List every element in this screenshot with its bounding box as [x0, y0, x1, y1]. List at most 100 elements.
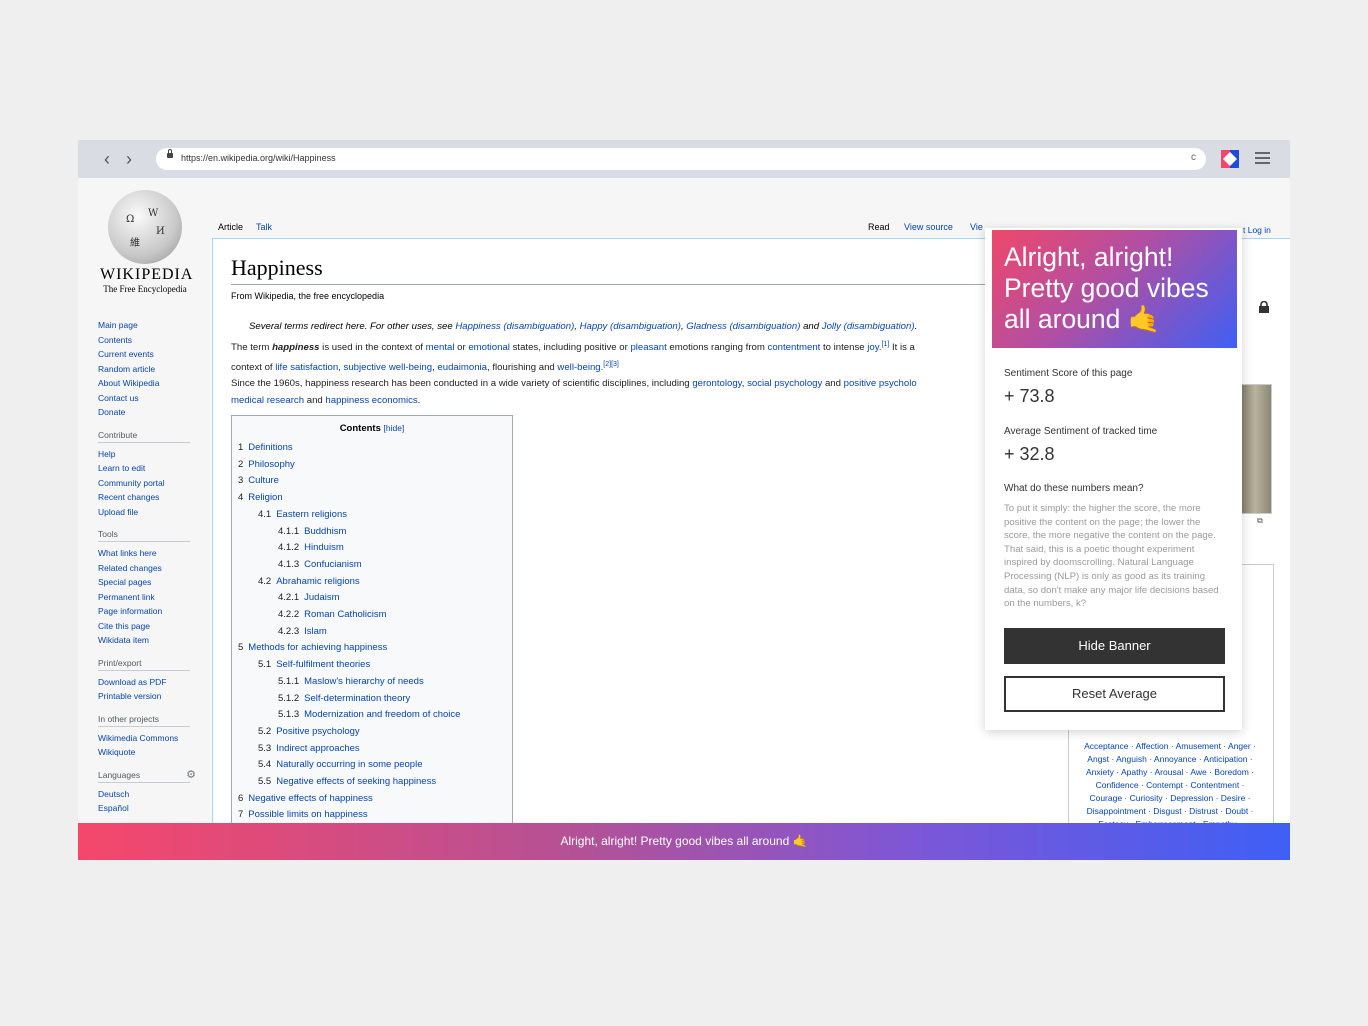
toc-item[interactable]: 5.2 Positive psychology	[258, 726, 360, 737]
toc-link[interactable]: Islam	[304, 626, 327, 637]
article-link[interactable]: eudaimonia	[437, 362, 487, 373]
nav-line[interactable]: Confidence · Contempt · Contentment ·	[1072, 779, 1268, 792]
url-text[interactable]: https://en.wikipedia.org/wiki/Happiness	[181, 153, 336, 163]
sidebar-link[interactable]: Special pages	[98, 575, 216, 590]
toc-link[interactable]: Culture	[248, 475, 279, 486]
sidebar-link[interactable]: Contact us	[98, 391, 216, 406]
toc-item[interactable]: 5.1.3 Modernization and freedom of choice	[278, 709, 460, 720]
toc-item[interactable]: 7 Possible limits on happiness	[238, 809, 368, 820]
sidebar-link[interactable]: Current events	[98, 347, 216, 362]
sidebar-link[interactable]: Random article	[98, 362, 216, 377]
sidebar-link[interactable]: What links here	[98, 546, 216, 561]
toc-link[interactable]: Hinduism	[304, 542, 344, 553]
toc-item[interactable]: 5.1 Self-fulfilment theories	[258, 659, 370, 670]
nav-line[interactable]: Courage · Curiosity · Depression · Desir…	[1072, 792, 1268, 805]
sidebar-link[interactable]: Wikiquote	[98, 745, 216, 760]
toc-item[interactable]: 4 Religion	[238, 492, 283, 503]
sidebar-link[interactable]: Deutsch	[98, 787, 216, 802]
sidebar-link[interactable]: Donate	[98, 405, 216, 420]
toc-item[interactable]: 5.3 Indirect approaches	[258, 743, 360, 754]
toc-item[interactable]: 1 Definitions	[238, 442, 293, 453]
hatnote-link[interactable]: Gladness (disambiguation)	[686, 321, 800, 332]
sidebar-link[interactable]: Page information	[98, 604, 216, 619]
toc-link[interactable]: Eastern religions	[276, 509, 347, 520]
reload-icon[interactable]: c	[1191, 152, 1196, 163]
article-link[interactable]: contentment	[768, 342, 821, 353]
sidebar-link[interactable]: Wikimedia Commons	[98, 731, 216, 746]
wikipedia-logo[interactable]: ΩWИ維 WIKIPEDIA The Free Encyclopedia	[100, 190, 192, 302]
tab-read[interactable]: Read	[862, 216, 896, 238]
sidebar-link[interactable]: Wikidata item	[98, 633, 216, 648]
toc-item[interactable]: 4.1 Eastern religions	[258, 509, 347, 520]
toc-item[interactable]: 6 Negative effects of happiness	[238, 793, 373, 804]
toc-link[interactable]: Judaism	[304, 592, 339, 603]
toc-link[interactable]: Definitions	[248, 442, 292, 453]
article-link[interactable]: social psychology	[747, 378, 822, 389]
toc-link[interactable]: Philosophy	[248, 459, 294, 470]
toc-link[interactable]: Abrahamic religions	[276, 576, 359, 587]
toc-link[interactable]: Self-fulfilment theories	[276, 659, 370, 670]
toc-link[interactable]: Possible limits on happiness	[248, 809, 367, 820]
toc-link[interactable]: Buddhism	[304, 526, 346, 537]
tab-talk[interactable]: Talk	[250, 216, 278, 238]
toc-item[interactable]: 4.2.1 Judaism	[278, 592, 340, 603]
sidebar-link[interactable]: Help	[98, 447, 216, 462]
sidebar-link[interactable]: Recent changes	[98, 490, 216, 505]
article-link[interactable]: mental	[426, 342, 455, 353]
reset-average-button[interactable]: Reset Average	[1004, 676, 1225, 712]
reference[interactable]: [2][3]	[603, 361, 619, 368]
toc-item[interactable]: 4.2.3 Islam	[278, 626, 327, 637]
toc-link[interactable]: Confucianism	[304, 559, 362, 570]
tab-view-source[interactable]: View source	[898, 216, 959, 238]
toc-link[interactable]: Naturally occurring in some people	[276, 759, 422, 770]
toc-link[interactable]: Negative effects of happiness	[248, 793, 372, 804]
toc-link[interactable]: Modernization and freedom of choice	[304, 709, 460, 720]
article-link[interactable]: emotional	[468, 342, 510, 353]
infobox-image[interactable]	[1238, 384, 1272, 514]
gear-icon[interactable]: ⚙	[186, 768, 196, 781]
toc-item[interactable]: 5.1.2 Self-determination theory	[278, 693, 410, 704]
sidebar-link[interactable]: Community portal	[98, 476, 216, 491]
toc-link[interactable]: Methods for achieving happiness	[248, 642, 387, 653]
article-link[interactable]: gerontology	[692, 378, 741, 389]
toc-item[interactable]: 5.4 Naturally occurring in some people	[258, 759, 423, 770]
sidebar-link[interactable]: Upload file	[98, 505, 216, 520]
article-link[interactable]: happiness economics	[325, 395, 417, 406]
toc-hide-link[interactable]: [hide]	[384, 423, 405, 433]
enlarge-icon[interactable]: ⧉	[1257, 516, 1263, 526]
sidebar-link[interactable]: Contents	[98, 333, 216, 348]
article-link[interactable]: well-being.	[557, 362, 603, 373]
sidebar-link[interactable]: Main page	[98, 318, 216, 333]
hatnote-link[interactable]: Happiness (disambiguation)	[455, 321, 574, 332]
extension-icon[interactable]	[1221, 150, 1239, 168]
article-link[interactable]: medical research	[231, 395, 304, 406]
sidebar-link[interactable]: Español	[98, 801, 216, 816]
toc-item[interactable]: 3 Culture	[238, 475, 279, 486]
sidebar-link[interactable]: Printable version	[98, 689, 216, 704]
forward-icon[interactable]: ›	[120, 149, 138, 169]
hatnote-link[interactable]: Happy (disambiguation)	[580, 321, 681, 332]
toc-link[interactable]: Roman Catholicism	[304, 609, 386, 620]
sidebar-link[interactable]: Related changes	[98, 561, 216, 576]
toc-item[interactable]: 5.5 Negative effects of seeking happiness	[258, 776, 436, 787]
article-link[interactable]: pleasant	[630, 342, 666, 353]
article-link[interactable]: positive psycholo	[844, 378, 917, 389]
hide-banner-button[interactable]: Hide Banner	[1004, 628, 1225, 664]
toc-item[interactable]: 4.1.1 Buddhism	[278, 526, 346, 537]
toc-item[interactable]: 4.2.2 Roman Catholicism	[278, 609, 387, 620]
nav-line[interactable]: Anxiety · Apathy · Arousal · Awe · Bored…	[1072, 766, 1268, 779]
sidebar-link[interactable]: Learn to edit	[98, 461, 216, 476]
nav-line[interactable]: Acceptance · Affection · Amusement · Ang…	[1072, 740, 1268, 753]
article-link[interactable]: life satisfaction	[275, 362, 338, 373]
login-link[interactable]: t Log in	[1243, 225, 1271, 235]
nav-line[interactable]: Disappointment · Disgust · Distrust · Do…	[1072, 805, 1268, 818]
toc-link[interactable]: Indirect approaches	[276, 743, 359, 754]
toc-link[interactable]: Positive psychology	[276, 726, 359, 737]
toc-link[interactable]: Self-determination theory	[304, 693, 410, 704]
back-icon[interactable]: ‹	[98, 149, 116, 169]
toc-item[interactable]: 4.1.3 Confucianism	[278, 559, 362, 570]
article-link[interactable]: subjective well-being	[344, 362, 433, 373]
toc-item[interactable]: 4.2 Abrahamic religions	[258, 576, 360, 587]
toc-link[interactable]: Religion	[248, 492, 282, 503]
sidebar-link[interactable]: Download as PDF	[98, 675, 216, 690]
